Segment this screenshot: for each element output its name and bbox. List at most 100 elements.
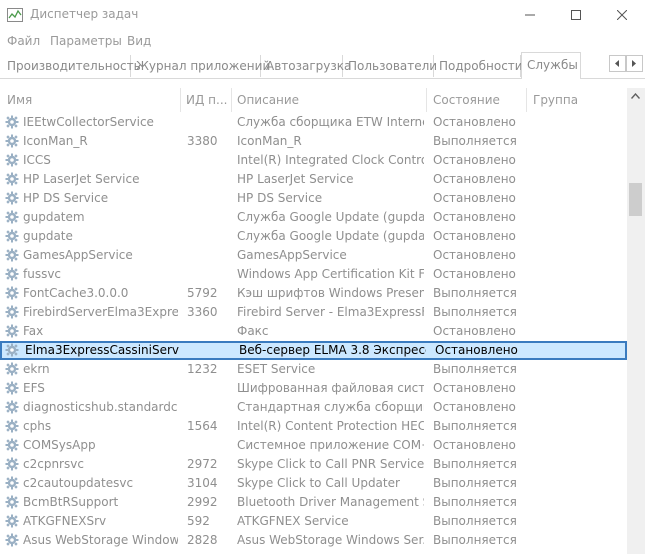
service-description: Skype Click to Call Updater [237,476,400,490]
close-icon [617,10,627,20]
service-row[interactable]: IconMan_R 3380 IconMan_R Выполняется [0,132,627,151]
service-row[interactable]: HP LaserJet Service HP LaserJet Service Ос… [0,170,627,189]
column-divider[interactable] [180,88,181,112]
service-row[interactable]: ekrn 1232 ESET Service Выполняется [0,360,627,379]
service-name: HP LaserJet Service [23,172,140,186]
window-title: Диспетчер задач [30,7,139,21]
tab-users[interactable]: Пользователи [343,55,437,77]
service-pid: 3380 [187,134,218,148]
service-pid: 592 [187,514,210,528]
service-gear-icon [5,438,19,452]
menu-bar: Файл Параметры Вид [0,30,645,52]
scroll-up-icon[interactable] [631,93,640,99]
service-status: Выполняется [433,514,517,528]
service-status: Выполняется [433,476,517,490]
service-row[interactable]: gupdate Служба Google Update (gupdate) Ост… [0,227,627,246]
column-divider[interactable] [231,88,232,112]
service-row[interactable]: IEEtwCollectorService Служба сборщика ETW… [0,113,627,132]
service-description: Intel(R) Integrated Clock Control... [237,153,424,167]
tab-performance[interactable]: Производительность [2,55,141,77]
chevron-left-icon [615,60,619,67]
service-name: IEEtwCollectorService [23,115,154,129]
service-pid: 5792 [187,286,218,300]
column-pid[interactable]: ИД п... [186,93,230,107]
service-row[interactable]: FontCache3.0.0.0 5792 Кэш шрифтов Windows … [0,284,627,303]
service-row[interactable]: gupdatem Служба Google Update (gupdate...… [0,208,627,227]
service-name: ATKGFNEXSrv [23,514,107,528]
service-row[interactable]: fussvc Windows App Certification Kit F...… [0,265,627,284]
service-gear-icon [5,533,19,547]
service-name: c2cautoupdatesvc [23,476,134,490]
service-description: Firebird Server - Elma3ExpressFir... [237,305,424,319]
service-description: HP DS Service [237,191,323,205]
service-gear-icon [5,191,19,205]
service-status: Остановлено [433,324,516,338]
service-row[interactable]: ICCS Intel(R) Integrated Clock Control...… [0,151,627,170]
service-status: Остановлено [433,248,516,262]
maximize-button[interactable] [553,0,599,30]
service-gear-icon [5,457,19,471]
service-description: Веб-сервер ELMA 3.8 Экспресс [239,343,426,357]
service-row[interactable]: HP DS Service HP DS Service Остановлено [0,189,627,208]
service-name: gupdate [23,229,73,243]
column-name[interactable]: Имя [7,93,32,107]
service-description: Asus WebStorage Windows Ser... [237,533,424,547]
maximize-icon [571,10,581,20]
service-name: Asus WebStorage Windows ... [23,533,178,547]
service-gear-icon [5,115,19,129]
menu-file[interactable]: Файл [7,34,40,48]
service-row[interactable]: c2cpnrsvc 2972 Skype Click to Call PNR Ser… [0,455,627,474]
scrollbar-thumb[interactable] [629,183,642,216]
service-row[interactable]: diagnosticshub.standardco... Стандартная … [0,398,627,417]
minimize-button[interactable] [507,0,553,30]
menu-view[interactable]: Вид [127,34,151,48]
service-row[interactable]: Elma3ExpressCassiniService Веб-сервер ELM… [0,341,627,360]
service-row[interactable]: COMSysApp Системное приложение COM+ Остано… [0,436,627,455]
service-description: Факс [237,324,269,338]
service-description: Bluetooth Driver Management S... [237,495,424,509]
service-description: Windows App Certification Kit F... [237,267,424,281]
column-status[interactable]: Состояние [433,93,500,107]
service-gear-icon [5,514,19,528]
service-pid: 2992 [187,495,218,509]
tab-scroll-right-button[interactable] [626,55,643,72]
service-name: FirebirdServerElma3Express... [23,305,178,319]
column-description[interactable]: Описание [237,93,299,107]
service-row[interactable]: GamesAppService GamesAppService Остановлен… [0,246,627,265]
service-row[interactable]: cphs 1564 Intel(R) Content Protection HECI… [0,417,627,436]
tab-app-history[interactable]: Журнал приложений [131,55,270,77]
service-description: Служба сборщика ETW Interne... [237,115,424,129]
service-pid: 2972 [187,457,218,471]
service-pid: 1232 [187,362,218,376]
service-row[interactable]: FirebirdServerElma3Express... 3360 Firebir… [0,303,627,322]
service-status: Выполняется [433,286,517,300]
service-row[interactable]: Asus WebStorage Windows ... 2828 Asus WebS… [0,531,627,550]
close-button[interactable] [599,0,645,30]
service-row[interactable]: ATKGFNEXSrv 592 ATKGFNEX Service Выполняетс… [0,512,627,531]
service-name: HP DS Service [23,191,109,205]
service-row[interactable]: BcmBtRSupport 2992 Bluetooth Driver Manage… [0,493,627,512]
tab-services[interactable]: Службы [521,52,581,79]
service-name: Fax [23,324,44,338]
service-gear-icon [5,495,19,509]
service-status: Остановлено [433,172,516,186]
menu-options[interactable]: Параметры [50,34,122,48]
service-name: fussvc [23,267,62,281]
service-gear-icon [5,305,19,319]
column-group[interactable]: Группа [533,93,578,107]
tab-startup[interactable]: Автозагрузка [261,55,351,77]
column-divider[interactable] [426,88,427,112]
column-divider[interactable] [526,88,527,112]
service-row[interactable]: EFS Шифрованная файловая систе... Остановл… [0,379,627,398]
service-status: Остановлено [433,210,516,224]
service-description: Служба Google Update (gupdate... [237,210,424,224]
services-table-header: Имя ИД п... Описание Состояние Группа [0,88,627,112]
service-row[interactable]: c2cautoupdatesvc 3104 Skype Click to Call … [0,474,627,493]
service-row[interactable]: Fax Факс Остановлено [0,322,627,341]
vertical-scrollbar[interactable] [627,88,645,554]
service-description: ESET Service [237,362,316,376]
tab-scroll-left-button[interactable] [609,55,626,72]
service-name: EFS [23,381,45,395]
service-name: cphs [23,419,52,433]
tab-details[interactable]: Подробности [434,55,523,77]
